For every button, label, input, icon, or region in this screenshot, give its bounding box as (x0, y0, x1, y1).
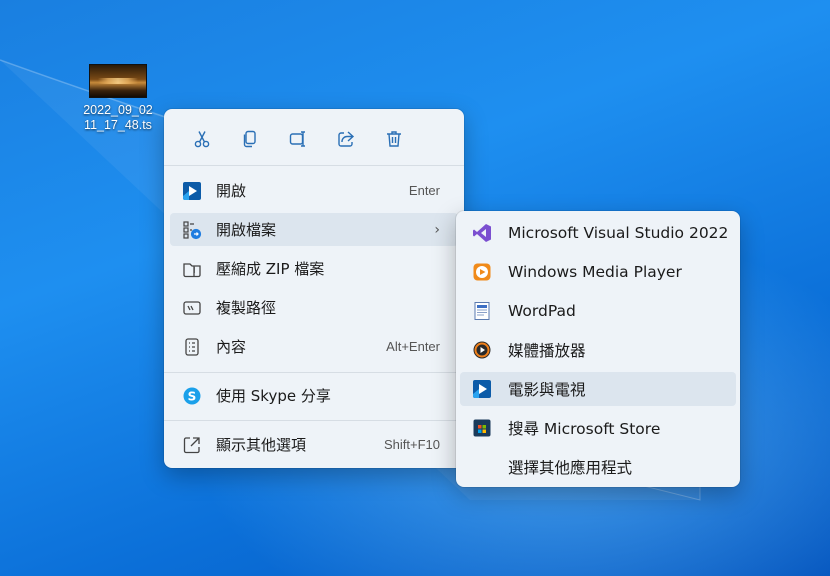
menu-item-label: 開啟檔案 (216, 221, 277, 239)
rename-button[interactable] (274, 125, 322, 153)
svg-text:S: S (188, 389, 197, 403)
open-with-submenu: Microsoft Visual Studio 2022 Windows Med… (456, 211, 740, 487)
submenu-item-label: 電影與電視 (508, 381, 586, 399)
menu-item-label: 使用 Skype 分享 (216, 387, 331, 405)
submenu-item-label: 選擇其他應用程式 (508, 459, 633, 477)
cut-icon (194, 131, 210, 148)
file-name-line1: 2022_09_02 (83, 103, 153, 117)
submenu-item-visual-studio[interactable]: Microsoft Visual Studio 2022 (460, 216, 736, 250)
menu-item-label: 複製路徑 (216, 299, 277, 317)
submenu-item-movies-tv[interactable]: 電影與電視 (460, 372, 736, 406)
submenu-item-label: 媒體播放器 (508, 342, 586, 360)
menu-item-label: 顯示其他選項 (216, 436, 307, 454)
context-menu-toolbar (178, 125, 418, 153)
properties-icon (182, 337, 202, 357)
chevron-right-icon: › (434, 221, 440, 238)
open-with-icon (182, 220, 202, 240)
more-options-icon (182, 435, 202, 455)
zip-folder-icon (182, 259, 202, 279)
submenu-item-windows-media-player[interactable]: Windows Media Player (460, 255, 736, 289)
movies-tv-app-icon (182, 181, 202, 201)
visual-studio-icon (472, 223, 492, 243)
menu-item-share-skype[interactable]: S 使用 Skype 分享 (170, 379, 458, 412)
menu-item-label: 壓縮成 ZIP 檔案 (216, 260, 325, 278)
menu-item-shortcut: Enter (408, 183, 440, 198)
copy-button[interactable] (226, 125, 274, 153)
file-name-line2: 11_17_48.ts (84, 118, 152, 132)
windows-media-player-icon (472, 262, 492, 282)
wordpad-icon (472, 301, 492, 321)
submenu-item-choose-another-app[interactable]: 選擇其他應用程式 (460, 450, 736, 484)
video-thumbnail-icon (89, 64, 147, 98)
menu-item-label: 開啟 (216, 182, 247, 200)
submenu-item-media-player[interactable]: 媒體播放器 (460, 333, 736, 367)
microsoft-store-icon (472, 418, 492, 438)
share-icon (338, 131, 355, 147)
menu-item-label: 內容 (216, 338, 247, 356)
submenu-item-label: Windows Media Player (508, 263, 682, 281)
menu-item-compress-zip[interactable]: 壓縮成 ZIP 檔案 (170, 252, 458, 285)
menu-item-copy-path[interactable]: 複製路徑 (170, 291, 458, 324)
share-button[interactable] (322, 125, 370, 153)
delete-button[interactable] (370, 125, 418, 153)
menu-item-more-options[interactable]: 顯示其他選項 Shift+F10 (170, 428, 458, 461)
skype-icon: S (182, 386, 202, 406)
menu-item-open[interactable]: 開啟 Enter (170, 174, 458, 207)
submenu-item-wordpad[interactable]: WordPad (460, 294, 736, 328)
context-menu: 開啟 Enter 開啟檔案 › 壓縮成 ZIP 檔案 複製路徑 內容 Alt+E… (164, 109, 464, 468)
rename-icon (289, 131, 305, 147)
submenu-item-label: Microsoft Visual Studio 2022 (508, 224, 729, 242)
cut-button[interactable] (178, 125, 226, 153)
menu-separator (164, 420, 464, 421)
desktop-file-icon[interactable]: 2022_09_02 11_17_48.ts (72, 60, 164, 133)
copy-icon (243, 130, 256, 148)
delete-icon (387, 131, 401, 147)
menu-item-shortcut: Alt+Enter (386, 339, 440, 354)
movies-tv-app-icon (472, 379, 492, 399)
menu-item-shortcut: Shift+F10 (383, 437, 440, 452)
submenu-item-label: 搜尋 Microsoft Store (508, 420, 661, 438)
media-player-icon (472, 340, 492, 360)
submenu-item-search-store[interactable]: 搜尋 Microsoft Store (460, 411, 736, 445)
copy-path-icon (182, 298, 202, 318)
menu-item-open-with[interactable]: 開啟檔案 › (170, 213, 458, 246)
submenu-item-label: WordPad (508, 302, 576, 320)
menu-item-properties[interactable]: 內容 Alt+Enter (170, 330, 458, 363)
menu-separator (164, 165, 464, 166)
menu-separator (164, 372, 464, 373)
